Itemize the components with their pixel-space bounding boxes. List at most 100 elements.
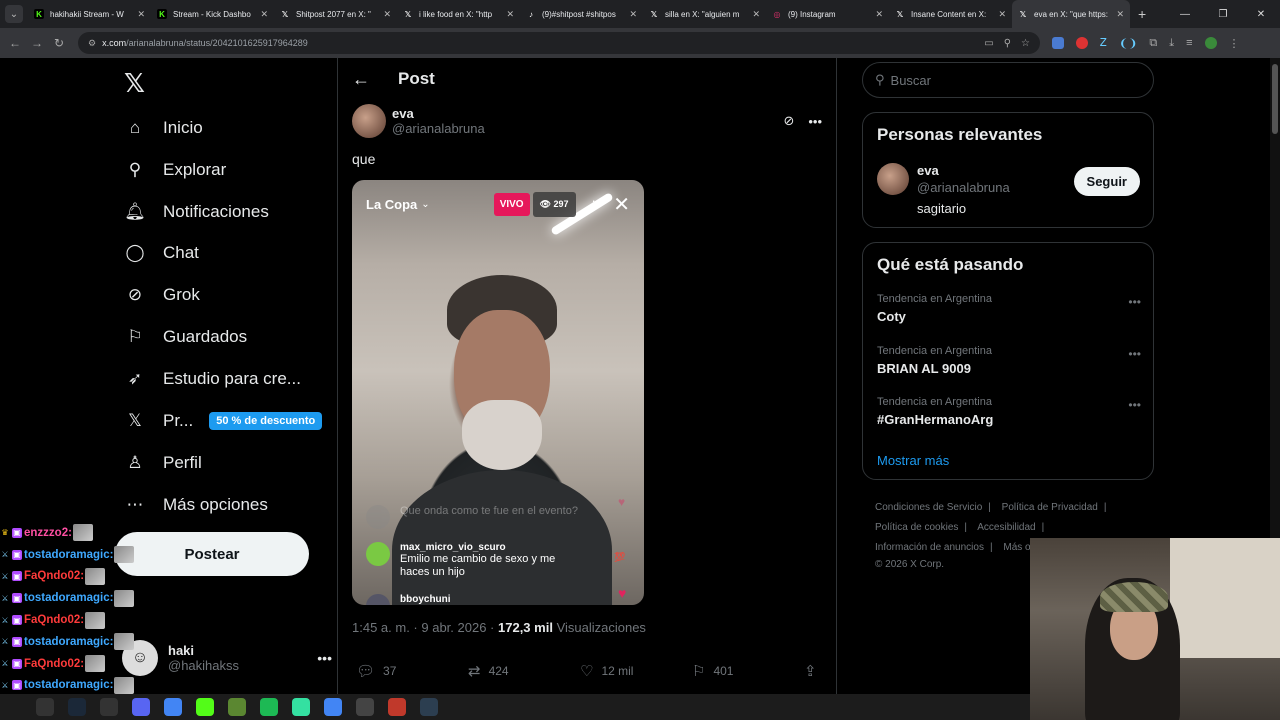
- browser-tab[interactable]: 𝕏 Insane Content en X: ✕: [889, 0, 1012, 28]
- download-icon[interactable]: ⤓: [1169, 37, 1174, 50]
- tab-search-button[interactable]: ⌄: [5, 5, 23, 23]
- game-icon[interactable]: [388, 698, 406, 716]
- account-switcher[interactable]: ☺ haki @hakihakss •••: [122, 636, 332, 680]
- relevant-user-handle[interactable]: @arianalabruna: [917, 180, 1010, 195]
- search-box[interactable]: ⚲: [862, 62, 1154, 98]
- author-handle[interactable]: @arianalabruna: [392, 121, 485, 136]
- extension-icon[interactable]: ❨❩: [1119, 37, 1137, 50]
- extension-icon[interactable]: [1076, 37, 1088, 49]
- more-icon[interactable]: •••: [1128, 295, 1141, 309]
- author-name[interactable]: eva: [392, 106, 485, 121]
- relevant-user-name[interactable]: eva: [917, 163, 1010, 178]
- like-button[interactable]: ♡ 12 mil: [580, 662, 692, 680]
- close-tab-icon[interactable]: ✕: [383, 9, 391, 20]
- scrollbar-thumb[interactable]: [1272, 64, 1278, 134]
- post-button[interactable]: Postear: [115, 532, 309, 576]
- cursor-icon[interactable]: [420, 698, 438, 716]
- show-more-link[interactable]: Mostrar más: [877, 453, 949, 468]
- close-window-icon[interactable]: ✕: [1242, 9, 1280, 20]
- browser-tab[interactable]: 𝕏 Shitpost 2077 en X: " ✕: [274, 0, 397, 28]
- bookmark-button[interactable]: ⚐ 401: [692, 662, 804, 680]
- nav-item[interactable]: ⊘ Grok: [122, 275, 200, 315]
- footer-link[interactable]: Condiciones de Servicio: [875, 502, 982, 513]
- restore-icon[interactable]: ❐: [1204, 9, 1242, 20]
- obs-icon[interactable]: [100, 698, 118, 716]
- new-tab-button[interactable]: +: [1138, 6, 1146, 22]
- browser-tab[interactable]: ♪ (9)#shitpost #shitpos ✕: [520, 0, 643, 28]
- more-icon[interactable]: •••: [808, 114, 822, 129]
- zoom-icon[interactable]: ⚲: [1004, 38, 1011, 49]
- grok-icon[interactable]: ⊘: [783, 113, 794, 129]
- minimize-icon[interactable]: —: [1166, 9, 1204, 20]
- trend-item[interactable]: Tendencia en Argentina Coty •••: [877, 293, 1141, 324]
- bookmark-star-icon[interactable]: ☆: [1021, 38, 1030, 49]
- browser-tab[interactable]: K Stream - Kick Dashbo ✕: [151, 0, 274, 28]
- relevant-user-avatar[interactable]: [877, 163, 909, 195]
- nav-item[interactable]: ⋯ Más opciones: [122, 485, 268, 525]
- footer-link[interactable]: Política de cookies: [875, 522, 958, 533]
- footer-link[interactable]: Política de Privacidad: [1002, 502, 1098, 513]
- footer-link[interactable]: Información de anuncios: [875, 542, 984, 553]
- reply-button[interactable]: 💬︎ 37: [356, 662, 468, 680]
- close-tab-icon[interactable]: ✕: [137, 9, 145, 20]
- more-icon[interactable]: •••: [317, 650, 332, 666]
- media-control-icon[interactable]: ≡: [1186, 37, 1192, 49]
- nav-item[interactable]: 𝕏 Pr... 50 % de descuento: [122, 401, 323, 441]
- nav-item[interactable]: 🔔︎ Notificaciones: [122, 192, 269, 232]
- nav-item[interactable]: ➶ Estudio para cre...: [122, 359, 301, 399]
- extension-icon[interactable]: [1052, 37, 1064, 49]
- close-tab-icon[interactable]: ✕: [875, 9, 883, 20]
- browser-tab[interactable]: 𝕏eva en X: "que https: ✕: [1012, 0, 1130, 28]
- back-icon[interactable]: ←: [4, 36, 26, 50]
- extension-icon[interactable]: Ꮓ: [1100, 37, 1107, 50]
- steam-icon[interactable]: [68, 698, 86, 716]
- browser-tab[interactable]: ◎ (9) Instagram ✕: [766, 0, 889, 28]
- post-video[interactable]: La Copa ⌄ VIVO 👁︎ 297 ⋮ ✕ Que onda como …: [352, 180, 644, 605]
- trend-item[interactable]: Tendencia en Argentina BRIAN AL 9009 •••: [877, 345, 1141, 376]
- back-arrow-icon[interactable]: ←: [352, 69, 374, 90]
- search-input[interactable]: [890, 72, 1131, 88]
- close-tab-icon[interactable]: ✕: [506, 9, 514, 20]
- nav-item[interactable]: ⌂ Inicio: [122, 108, 203, 148]
- tripadvisor-icon[interactable]: [292, 698, 310, 716]
- close-tab-icon[interactable]: ✕: [1116, 9, 1124, 20]
- chrome-icon[interactable]: [324, 698, 342, 716]
- url-bar[interactable]: ⚙ x.com/arianalabruna/status/20421016259…: [78, 32, 1040, 54]
- author-avatar[interactable]: [352, 104, 386, 138]
- close-tab-icon[interactable]: ✕: [629, 9, 637, 20]
- nav-item[interactable]: ⚲ Explorar: [122, 150, 227, 190]
- extensions-puzzle-icon[interactable]: ⧉: [1149, 37, 1157, 50]
- nav-item[interactable]: ⚐ Guardados: [122, 317, 247, 357]
- chrome-icon[interactable]: [164, 698, 182, 716]
- premium-discount-badge[interactable]: 50 % de descuento: [209, 412, 323, 430]
- nav-item[interactable]: ◯ Chat: [122, 233, 198, 273]
- browser-tab[interactable]: 𝕏silla en X: "alguien m ✕: [643, 0, 766, 28]
- close-tab-icon[interactable]: ✕: [752, 9, 760, 20]
- kick-icon[interactable]: [196, 698, 214, 716]
- close-tab-icon[interactable]: ✕: [998, 9, 1006, 20]
- browser-tab[interactable]: Khakihakii Stream - W ✕: [28, 0, 151, 28]
- spotify-icon[interactable]: [260, 698, 278, 716]
- settings-icon[interactable]: [356, 698, 374, 716]
- relevant-user[interactable]: eva @arianalabruna sagitario: [877, 163, 1010, 216]
- post-date[interactable]: 9 abr. 2026: [421, 620, 486, 635]
- forward-icon[interactable]: →: [26, 36, 48, 50]
- site-info-icon[interactable]: ⚙: [88, 38, 96, 49]
- share-button[interactable]: ⇪: [804, 662, 824, 680]
- install-icon[interactable]: ▭: [984, 38, 993, 49]
- post-time[interactable]: 1:45 a. m.: [352, 620, 410, 635]
- reload-icon[interactable]: ↻: [48, 36, 70, 50]
- close-tab-icon[interactable]: ✕: [260, 9, 268, 20]
- footer-link[interactable]: Accesibilidad: [977, 522, 1035, 533]
- more-icon[interactable]: •••: [1128, 398, 1141, 412]
- browser-menu-icon[interactable]: ⋮: [1229, 37, 1240, 50]
- minecraft-icon[interactable]: [228, 698, 246, 716]
- search-icon[interactable]: [36, 698, 54, 716]
- follow-button[interactable]: Seguir: [1073, 167, 1140, 196]
- nav-item[interactable]: ♙ Perfil: [122, 443, 201, 483]
- discord-icon[interactable]: [132, 698, 150, 716]
- profile-avatar-icon[interactable]: [1204, 37, 1217, 49]
- trend-item[interactable]: Tendencia en Argentina #GranHermanoArg •…: [877, 396, 1141, 427]
- more-icon[interactable]: •••: [1128, 347, 1141, 361]
- x-logo-icon[interactable]: 𝕏: [124, 68, 145, 99]
